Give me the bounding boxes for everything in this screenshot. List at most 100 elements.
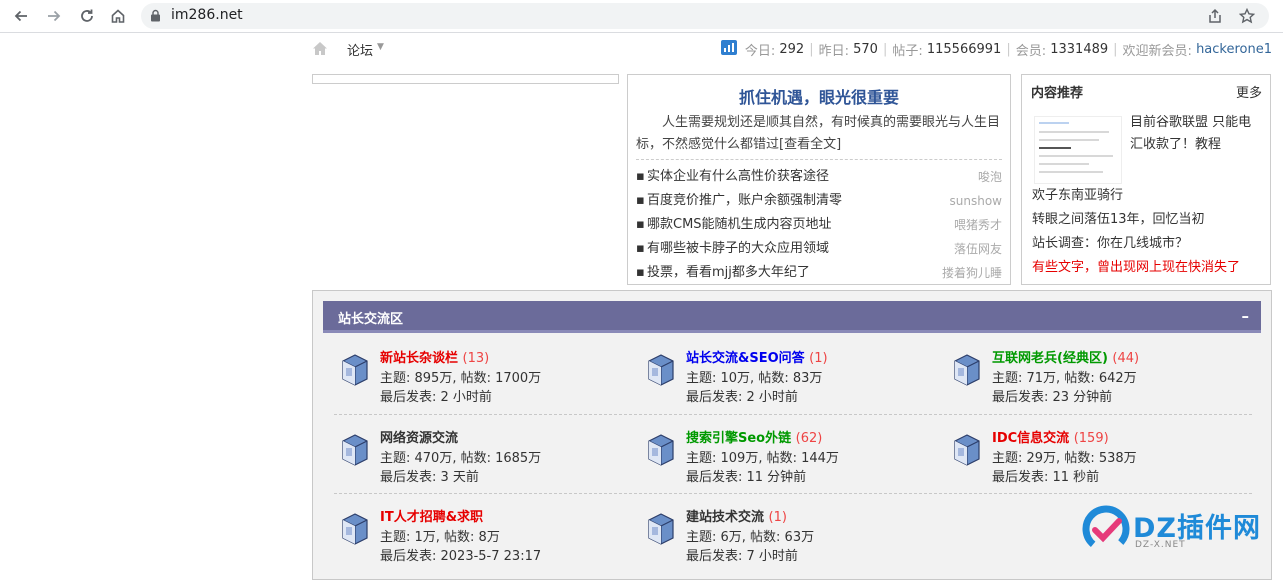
news-author[interactable]: 唆泡 (978, 165, 1002, 189)
forum-last-post[interactable]: 最后发表: 2 小时前 (686, 386, 798, 405)
forum-icon[interactable] (952, 433, 982, 470)
forum-stats: 主题: 71万, 帖数: 642万 (992, 371, 1137, 386)
forum-item[interactable]: IDC信息交流 (159) 主题: 29万, 帖数: 538万 最后发表: 11 秒… (952, 427, 1252, 487)
forum-last-post[interactable]: 最后发表: 23 分钟前 (992, 386, 1112, 405)
list-item[interactable]: 欢子东南亚骑行 (1032, 184, 1268, 208)
reload-icon[interactable] (76, 5, 98, 27)
list-item[interactable]: ▪ 实体企业有什么高性价获客途径 唆泡 (636, 165, 1002, 189)
forum-name[interactable]: 互联网老兵(经典区) (44) (992, 347, 1139, 366)
forum-icon[interactable] (646, 512, 676, 549)
site-info-bar: 论坛 ▼ 今日: 292 | 昨日: 570 | 帖子: 115566991 |… (312, 38, 1272, 60)
forum-last-post[interactable]: 最后发表: 2 小时前 (380, 386, 492, 405)
forum-item[interactable]: 站长交流&SEO问答 (1) 主题: 10万, 帖数: 83万 最后发表: 2 小时… (646, 347, 946, 407)
forum-title[interactable]: IT人才招聘&求职 (380, 510, 483, 525)
list-item[interactable]: 站长调查：你在几线城市？ (1032, 232, 1268, 256)
slideshow-frame (312, 74, 619, 84)
forward-icon[interactable] (43, 5, 65, 27)
news-author[interactable]: 搂着狗儿睡 (942, 261, 1002, 285)
forum-stats: 主题: 470万, 帖数: 1685万 (380, 451, 542, 466)
home-icon[interactable] (107, 5, 129, 27)
forum-icon[interactable] (952, 353, 982, 390)
forum-icon[interactable] (646, 353, 676, 390)
forum-last-post[interactable]: 最后发表: 11 分钟前 (686, 466, 806, 485)
list-item[interactable]: 转眼之间落伍13年，回忆当初 (1032, 208, 1268, 232)
recommended-header: 内容推荐 (1031, 86, 1084, 101)
forum-name[interactable]: 建站技术交流 (1) (686, 506, 787, 525)
forum-title[interactable]: 新站长杂谈栏 (380, 351, 458, 366)
posts-label: 帖子: (892, 44, 923, 59)
forum-title[interactable]: 站长交流&SEO问答 (686, 351, 805, 366)
headline-title[interactable]: 抓住机遇，眼光很重要 (628, 84, 1010, 108)
lock-icon (150, 9, 161, 25)
forum-nav-link[interactable]: 论坛 (347, 40, 373, 59)
forum-item[interactable]: 网络资源交流 主题: 470万, 帖数: 1685万 最后发表: 3 天前 (340, 427, 640, 487)
forum-stats: 主题: 10万, 帖数: 83万 (686, 371, 823, 386)
welcome-label: 欢迎新会员: (1122, 44, 1192, 59)
list-item[interactable]: ▪ 哪款CMS能随机生成内容页地址 喂猪秀才 (636, 213, 1002, 237)
forum-today-count: (1) (809, 351, 828, 366)
news-title[interactable]: 百度竞价推广，账户余额强制清零 (647, 189, 842, 213)
list-item[interactable]: ▪ 投票，看看mjj都多大年纪了 搂着狗儿睡 (636, 261, 1002, 285)
feature-thumbnail[interactable] (1034, 116, 1122, 184)
list-item[interactable]: ▪ 百度竞价推广，账户余额强制清零 sunshow (636, 189, 1002, 213)
forum-last-post[interactable]: 最后发表: 11 秒前 (992, 466, 1099, 485)
forum-name[interactable]: IT人才招聘&求职 (380, 506, 483, 525)
forum-item[interactable]: 建站技术交流 (1) 主题: 6万, 帖数: 63万 最后发表: 7 小时前 (646, 506, 946, 566)
news-title[interactable]: 投票，看看mjj都多大年纪了 (647, 261, 810, 285)
forum-name[interactable]: 搜索引擎Seo外链 (62) (686, 427, 822, 446)
forum-item[interactable]: 新站长杂谈栏 (13) 主题: 895万, 帖数: 1700万 最后发表: 2 小时… (340, 347, 640, 407)
forum-stats: 主题: 109万, 帖数: 144万 (686, 451, 839, 466)
forum-name[interactable]: 网络资源交流 (380, 427, 458, 446)
new-member-link[interactable]: hackerone1 (1196, 42, 1272, 57)
share-icon[interactable] (1207, 8, 1223, 27)
forum-title[interactable]: 互联网老兵(经典区) (992, 351, 1108, 366)
forum-title[interactable]: 搜索引擎Seo外链 (686, 431, 791, 446)
forum-stats: 主题: 6万, 帖数: 63万 (686, 530, 815, 545)
members-label: 会员: (1015, 44, 1047, 59)
home-icon[interactable] (312, 41, 328, 59)
news-title[interactable]: 哪款CMS能随机生成内容页地址 (647, 213, 832, 237)
forum-icon[interactable] (340, 512, 370, 549)
collapse-icon[interactable]: – (1242, 307, 1250, 325)
news-author[interactable]: 落伍网友 (954, 237, 1002, 261)
forum-name[interactable]: IDC信息交流 (159) (992, 427, 1109, 446)
forum-title[interactable]: 网络资源交流 (380, 431, 458, 446)
feature-link[interactable]: 目前谷歌联盟 只能电汇收款了！教程 (1130, 112, 1260, 156)
chevron-down-icon[interactable]: ▼ (377, 42, 384, 52)
yesterday-count: 570 (853, 42, 878, 57)
forum-stats: 主题: 895万, 帖数: 1700万 (380, 371, 542, 386)
site-stats: 今日: 292 | 昨日: 570 | 帖子: 115566991 | 会员: … (720, 40, 1272, 59)
category-title[interactable]: 站长交流区 (338, 308, 403, 327)
logo-icon (1082, 505, 1130, 553)
list-item[interactable]: ▪ 有哪些被卡脖子的大众应用领域 落伍网友 (636, 237, 1002, 261)
forum-icon[interactable] (646, 433, 676, 470)
today-count: 292 (779, 42, 805, 57)
news-author[interactable]: 喂猪秀才 (954, 213, 1002, 237)
star-icon[interactable] (1238, 7, 1256, 27)
news-author[interactable]: sunshow (950, 189, 1002, 213)
dz-plugin-logo: DZ插件网 DZ-X.NET (1081, 500, 1271, 560)
address-bar[interactable]: im286.net (141, 3, 1269, 29)
forum-name[interactable]: 新站长杂谈栏 (13) (380, 347, 489, 366)
forum-name[interactable]: 站长交流&SEO问答 (1) (686, 347, 828, 366)
today-label: 今日: (744, 44, 776, 59)
forum-icon[interactable] (340, 353, 370, 390)
more-link[interactable]: 更多 (1236, 82, 1262, 101)
forum-title[interactable]: IDC信息交流 (992, 431, 1069, 446)
forum-last-post[interactable]: 最后发表: 2023-5-7 23:17 (380, 545, 541, 564)
news-title[interactable]: 实体企业有什么高性价获客途径 (647, 165, 829, 189)
back-icon[interactable] (10, 5, 32, 27)
forum-item[interactable]: IT人才招聘&求职 主题: 1万, 帖数: 8万 最后发表: 2023-5-7 2… (340, 506, 640, 566)
members-count: 1331489 (1050, 42, 1109, 57)
forum-last-post[interactable]: 最后发表: 7 小时前 (686, 545, 798, 564)
forum-last-post[interactable]: 最后发表: 3 天前 (380, 466, 479, 485)
forum-icon[interactable] (340, 433, 370, 470)
forum-item[interactable]: 搜索引擎Seo外链 (62) 主题: 109万, 帖数: 144万 最后发表: 11… (646, 427, 946, 487)
news-title[interactable]: 有哪些被卡脖子的大众应用领域 (647, 237, 829, 261)
forum-today-count: (62) (795, 431, 823, 446)
headline-summary[interactable]: 人生需要规划还是顺其自然，有时候真的需要眼光与人生目标，不然感觉什么都错过[查看… (636, 112, 1004, 156)
divider (636, 159, 1002, 160)
list-item[interactable]: 有些文字，曾出现网上现在快消失了 (1032, 256, 1268, 280)
forum-item[interactable]: 互联网老兵(经典区) (44) 主题: 71万, 帖数: 642万 最后发表: 23… (952, 347, 1252, 407)
forum-title[interactable]: 建站技术交流 (686, 510, 764, 525)
